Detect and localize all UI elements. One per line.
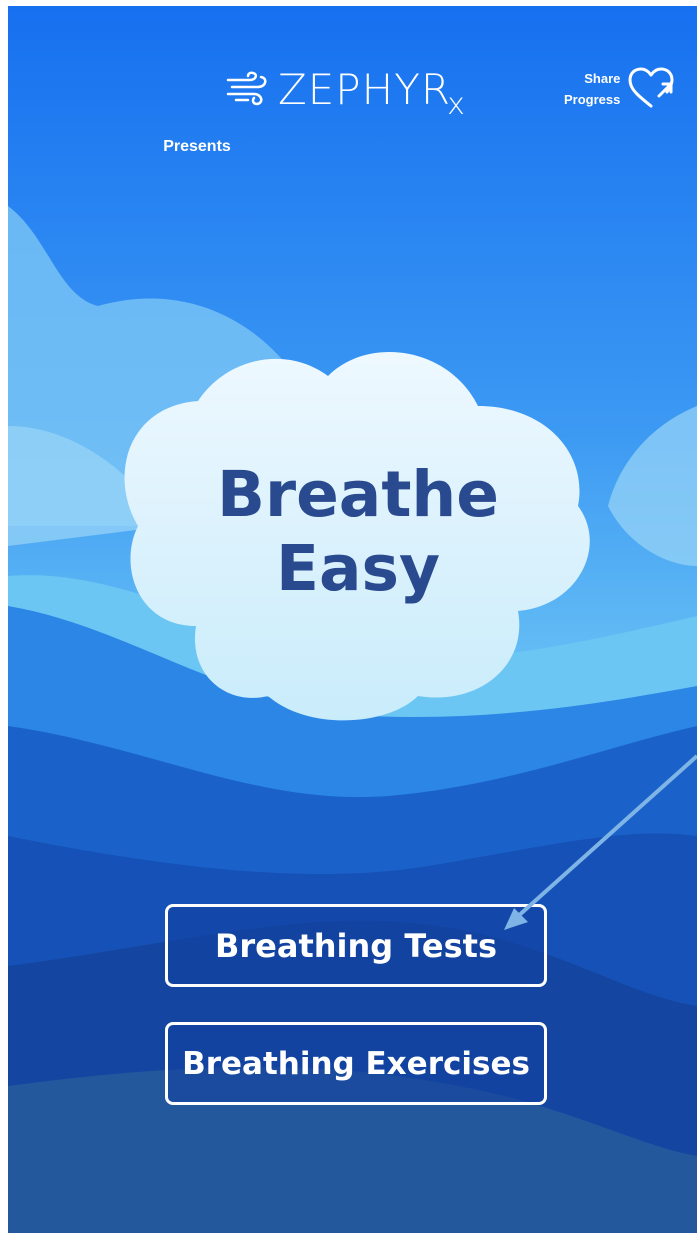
app-screen: ZEPHYR x Presents Share Progress Breathe… bbox=[8, 6, 697, 1233]
brand-subscript: x bbox=[447, 87, 465, 122]
share-progress-label: Share Progress bbox=[564, 68, 620, 110]
share-progress-button[interactable]: Share Progress bbox=[564, 66, 676, 112]
share-line-1: Share bbox=[584, 71, 621, 86]
wind-icon bbox=[226, 71, 267, 106]
breathing-exercises-button[interactable]: Breathing Exercises bbox=[165, 1022, 547, 1105]
breathing-tests-button[interactable]: Breathing Tests bbox=[165, 904, 547, 987]
hero-title-line-2: Easy bbox=[275, 532, 441, 605]
hero-title: Breathe Easy bbox=[158, 458, 558, 606]
hero-title-line-1: Breathe bbox=[216, 458, 500, 531]
brand-logo: ZEPHYR x bbox=[226, 68, 465, 120]
presents-text: Presents bbox=[163, 138, 231, 155]
presents-label: Presents bbox=[8, 138, 697, 156]
brand-name: ZEPHYR bbox=[278, 65, 452, 114]
heart-share-icon bbox=[628, 67, 674, 108]
share-line-2: Progress bbox=[564, 92, 621, 107]
